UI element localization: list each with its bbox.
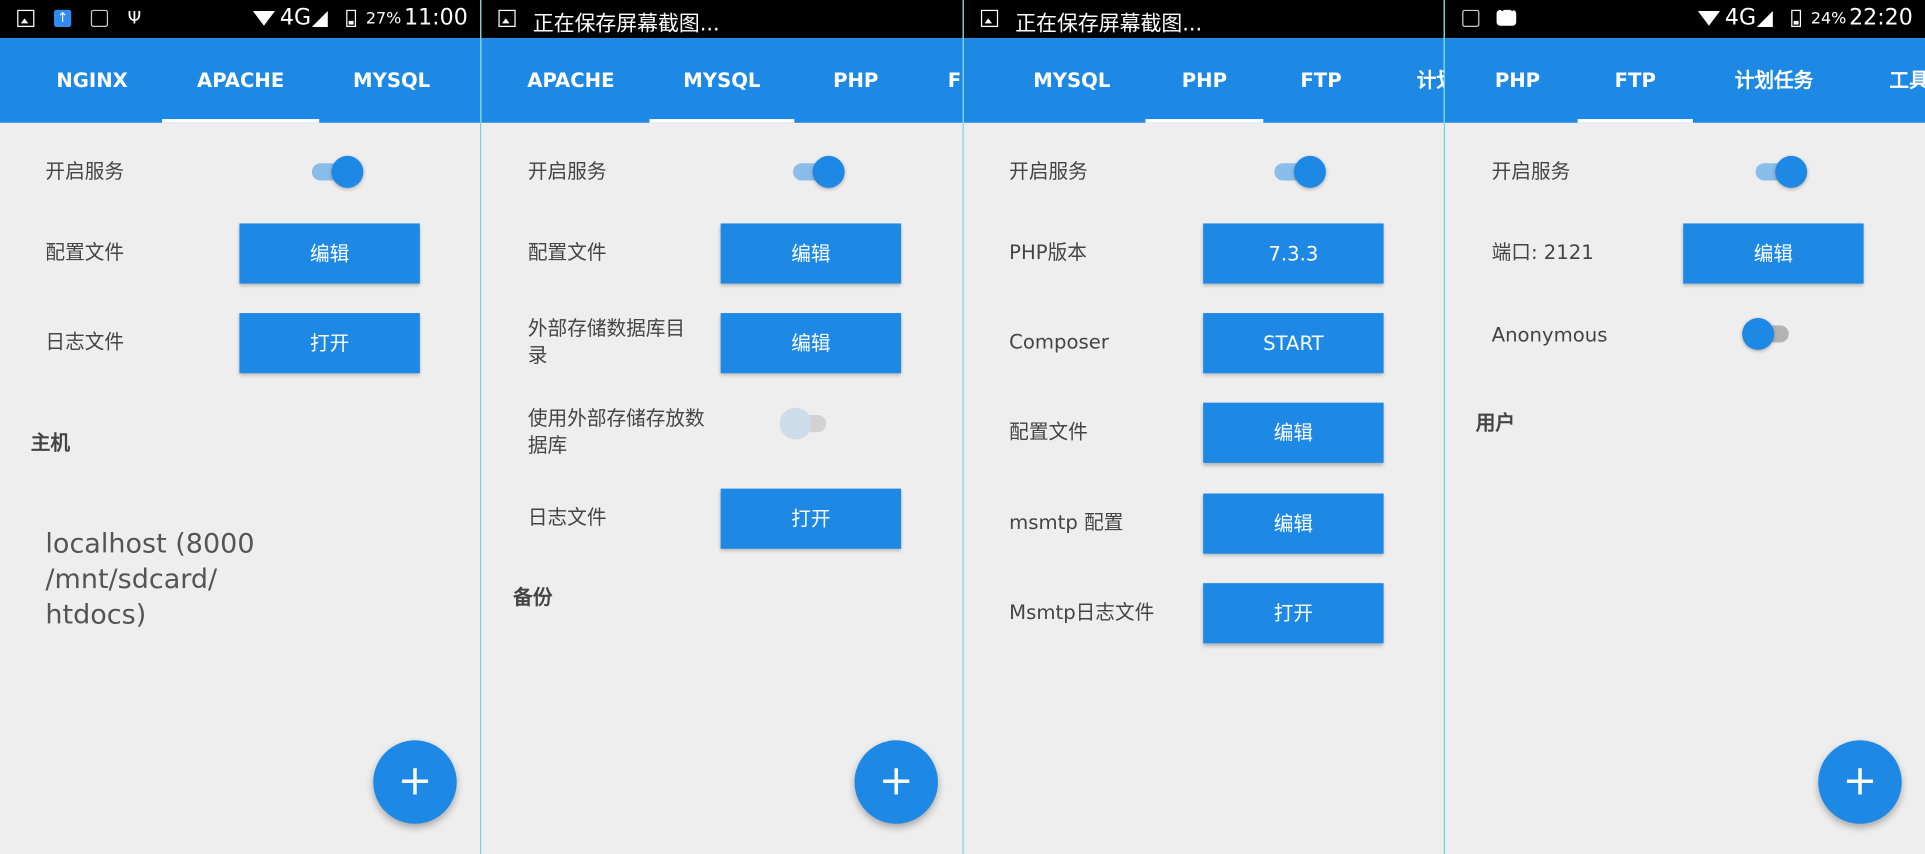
log-file-label: 日志文件 — [527, 505, 607, 530]
wifi-icon — [1697, 11, 1721, 26]
tab-bar: MYSQL PHP FTP 计划 — [963, 38, 1444, 123]
battery-percent: 24% — [1810, 9, 1847, 29]
msmtp-log-label: Msmtp日志文件 — [1009, 600, 1155, 624]
edit-port-button[interactable]: 编辑 — [1683, 223, 1864, 284]
open-log-button[interactable]: 打开 — [720, 488, 902, 549]
status-bar: 4G 24% 22:20 — [1445, 0, 1925, 39]
composer-label: Composer — [1009, 330, 1109, 354]
edit-db-dir-button[interactable]: 编辑 — [720, 313, 902, 374]
php-screen: 正在保存屏幕截图... MYSQL PHP FTP 计划 开启服务 PHP版本 … — [963, 0, 1444, 854]
upload-icon: ↑ — [54, 9, 72, 28]
mysql-screen: 正在保存屏幕截图... APACHE MYSQL PHP F 开启服务 配置文件… — [481, 0, 963, 854]
status-notification-text: 正在保存屏幕截图... — [532, 12, 720, 37]
enable-service-switch[interactable] — [791, 155, 845, 189]
add-button[interactable]: + — [373, 740, 457, 824]
image-icon — [980, 9, 999, 28]
battery-icon — [346, 9, 357, 28]
usb-icon: Ψ — [127, 8, 142, 29]
php-version-button[interactable]: 7.3.3 — [1203, 223, 1384, 284]
tab-tools-partial[interactable]: 工具 — [1889, 38, 1925, 123]
signal-icon — [1756, 11, 1773, 28]
tab-apache[interactable]: APACHE — [162, 38, 320, 123]
open-log-button[interactable]: 打开 — [239, 313, 420, 374]
battery-percent: 27% — [365, 9, 402, 29]
tab-nginx[interactable]: NGINX — [17, 38, 167, 123]
clock: 11:00 — [404, 4, 468, 31]
enable-service-switch[interactable] — [1753, 155, 1808, 189]
image-icon — [498, 9, 516, 28]
anonymous-switch[interactable] — [1742, 317, 1796, 351]
config-file-label: 配置文件 — [45, 240, 125, 264]
anonymous-label: Anonymous — [1491, 322, 1608, 347]
tab-bar: NGINX APACHE MYSQL — [0, 38, 481, 123]
wifi-icon — [252, 11, 276, 26]
enable-service-switch[interactable] — [1272, 155, 1326, 189]
apache-screen: ↑ Ψ 4G 27% 11:00 NGINX APACHE MYSQL 开启服务… — [0, 0, 481, 854]
signal-icon — [311, 11, 328, 28]
external-db-dir-label: 外部存储数据库目 录 — [527, 316, 686, 368]
message-icon — [1496, 5, 1517, 26]
status-bar: 正在保存屏幕截图... — [481, 0, 963, 39]
edit-config-button[interactable]: 编辑 — [720, 223, 902, 284]
users-section-title: 用户 — [1475, 411, 1516, 435]
enable-service-switch[interactable] — [309, 155, 364, 189]
edit-config-button[interactable]: 编辑 — [239, 223, 420, 284]
tab-mysql[interactable]: MYSQL — [317, 38, 467, 123]
status-bar: ↑ Ψ 4G 27% 11:00 — [0, 0, 481, 39]
network-type: 4G — [279, 4, 312, 31]
camera-icon — [1462, 9, 1480, 28]
clock: 22:20 — [1849, 4, 1913, 31]
status-notification-text: 正在保存屏幕截图... — [1015, 12, 1203, 37]
composer-start-button[interactable]: START — [1203, 313, 1384, 374]
edit-msmtp-button[interactable]: 编辑 — [1203, 493, 1384, 554]
tab-bar: APACHE MYSQL PHP F — [481, 38, 963, 123]
tab-scheduled-tasks[interactable]: 计划任务 — [1703, 38, 1845, 123]
tab-bar: PHP FTP 计划任务 工具 — [1445, 38, 1925, 123]
tab-apache[interactable]: APACHE — [498, 38, 643, 123]
tab-mysql[interactable]: MYSQL — [1013, 38, 1131, 123]
battery-icon — [1791, 9, 1802, 28]
image-icon — [17, 9, 35, 28]
port-label: 端口: 2121 — [1491, 240, 1594, 264]
use-external-db-switch[interactable] — [779, 406, 834, 440]
enable-service-label: 开启服务 — [1491, 159, 1571, 183]
php-version-label: PHP版本 — [1009, 240, 1087, 264]
tab-ftp[interactable]: FTP — [1271, 38, 1372, 123]
open-msmtp-log-button[interactable]: 打开 — [1203, 583, 1384, 644]
add-button[interactable]: + — [854, 740, 938, 824]
tab-ftp-partial[interactable]: F — [948, 38, 963, 123]
tab-php[interactable]: PHP — [803, 38, 909, 123]
config-file-label: 配置文件 — [1009, 419, 1088, 444]
tab-ftp[interactable]: FTP — [1577, 38, 1693, 123]
network-type: 4G — [1724, 4, 1757, 31]
config-file-label: 配置文件 — [527, 240, 607, 264]
edit-config-button[interactable]: 编辑 — [1203, 402, 1384, 463]
host-entry[interactable]: localhost (8000 /mnt/sdcard/ htdocs) — [45, 527, 426, 634]
hosts-section-title: 主机 — [30, 430, 70, 455]
enable-service-label: 开启服务 — [527, 159, 607, 183]
camera-icon — [90, 9, 109, 28]
status-bar: 正在保存屏幕截图... — [963, 0, 1444, 39]
enable-service-label: 开启服务 — [1009, 159, 1088, 183]
add-button[interactable]: + — [1818, 740, 1902, 824]
use-external-db-label: 使用外部存储存放数 据库 — [527, 406, 705, 457]
msmtp-config-label: msmtp 配置 — [1009, 510, 1124, 535]
screenshot-collage: ↑ Ψ 4G 27% 11:00 NGINX APACHE MYSQL 开启服务… — [0, 0, 1925, 854]
backup-section-title: 备份 — [513, 585, 553, 609]
tab-php[interactable]: PHP — [1145, 38, 1264, 123]
log-file-label: 日志文件 — [45, 330, 125, 354]
ftp-screen: 4G 24% 22:20 PHP FTP 计划任务 工具 开启服务 端口: 21… — [1445, 0, 1925, 854]
tab-mysql[interactable]: MYSQL — [649, 38, 795, 123]
enable-service-label: 开启服务 — [45, 159, 125, 183]
tab-php[interactable]: PHP — [1462, 38, 1572, 123]
tab-scheduled-tasks-partial[interactable]: 计划 — [1417, 38, 1444, 123]
